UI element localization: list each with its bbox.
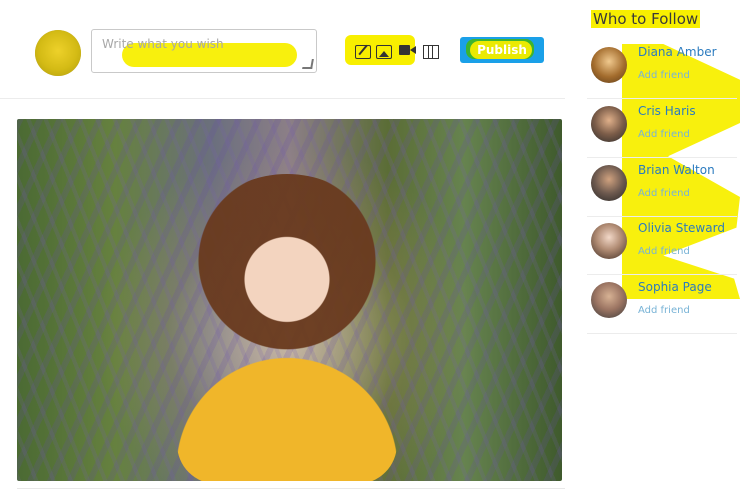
sidebar-title: Who to Follow: [591, 10, 701, 28]
follow-item: Brian Walton Add friend: [587, 158, 737, 217]
add-friend-link[interactable]: Add friend: [638, 70, 690, 81]
follow-item: Sophia Page Add friend: [587, 275, 737, 334]
resize-grip-icon[interactable]: [302, 59, 314, 69]
post-input-placeholder: Write what you wish: [102, 37, 224, 51]
video-icon[interactable]: [399, 45, 416, 55]
follow-avatar: [591, 223, 627, 259]
add-friend-link[interactable]: Add friend: [638, 246, 690, 257]
follow-item: Olivia Steward Add friend: [587, 216, 737, 275]
user-avatar: [35, 30, 81, 76]
follow-name[interactable]: Sophia Page: [638, 280, 712, 294]
follow-name[interactable]: Brian Walton: [638, 163, 715, 177]
follow-name[interactable]: Diana Amber: [638, 45, 717, 59]
follow-name[interactable]: Cris Haris: [638, 104, 696, 118]
post-input[interactable]: Write what you wish: [91, 29, 317, 73]
post-image: [17, 119, 562, 481]
image-icon[interactable]: [376, 45, 392, 59]
add-friend-link[interactable]: Add friend: [638, 129, 690, 140]
publish-button-label: Publish: [477, 43, 527, 57]
divider: [17, 488, 565, 489]
follow-avatar: [591, 165, 627, 201]
follow-item: Diana Amber Add friend: [587, 40, 737, 99]
edit-icon[interactable]: [355, 45, 371, 59]
follow-item: Cris Haris Add friend: [587, 99, 737, 158]
add-friend-link[interactable]: Add friend: [638, 188, 690, 199]
follow-avatar: [591, 47, 627, 83]
woman-portrait: [177, 174, 397, 481]
follow-avatar: [591, 282, 627, 318]
add-friend-link[interactable]: Add friend: [638, 305, 690, 316]
follow-avatar: [591, 106, 627, 142]
post-composer: Write what you wish Publish: [0, 0, 565, 99]
composer-tools: [345, 35, 440, 65]
follow-name[interactable]: Olivia Steward: [638, 221, 725, 235]
map-icon[interactable]: [423, 45, 439, 59]
who-to-follow-sidebar: Who to Follow Diana Amber Add friend Cri…: [587, 0, 740, 491]
publish-button[interactable]: Publish: [460, 37, 544, 63]
